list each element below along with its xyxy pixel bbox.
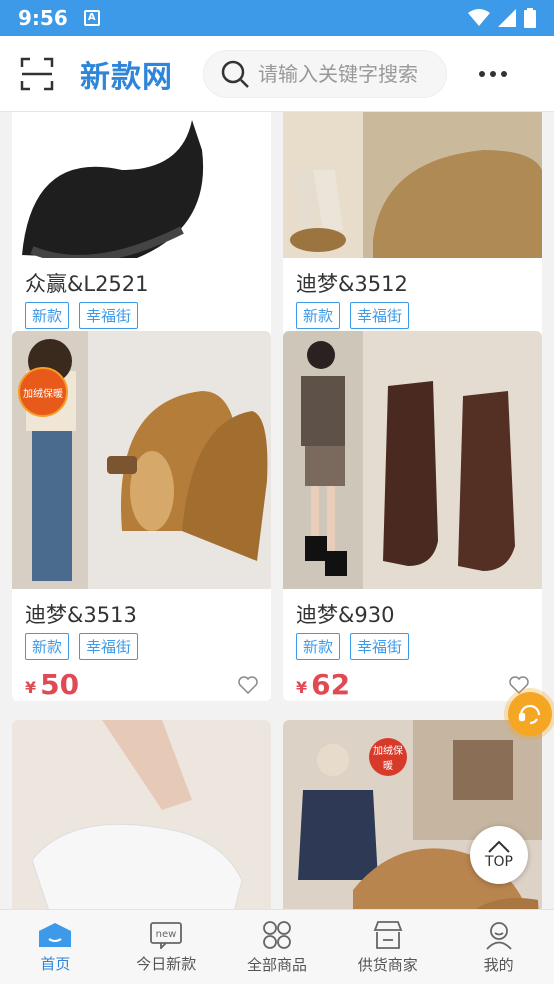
bottom-tab-bar: 首页 new 今日新款 全部商品 供货商家 我的 (0, 909, 554, 984)
tab-label: 我的 (483, 955, 514, 974)
status-bar: 9:56 A (0, 0, 554, 36)
tab-home[interactable]: 首页 (0, 910, 111, 984)
product-name: 迪梦&930 (296, 603, 395, 627)
customer-service-button[interactable] (508, 692, 552, 736)
battery-icon (524, 8, 536, 28)
product-name: 迪梦&3512 (296, 272, 408, 296)
search-box[interactable] (203, 49, 447, 98)
tag-market: 幸福街 (79, 302, 139, 329)
chevron-up-icon (488, 840, 510, 853)
product-feed[interactable]: 众赢&L2521 新款 幸福街 ¥ 125 迪梦&3512 新款 幸福街 ¥ 5… (0, 112, 554, 909)
product-card[interactable]: 加绒保暖 迪梦&3513 新款 幸福街 ¥ 50 (12, 331, 271, 701)
promo-badge: 加绒保暖 (369, 738, 407, 776)
currency-symbol: ¥ (25, 678, 37, 697)
tab-suppliers[interactable]: 供货商家 (332, 910, 443, 984)
tag-market: 幸福街 (350, 302, 410, 329)
product-card[interactable]: 迪梦&930 新款 幸福街 ¥ 62 (283, 331, 542, 701)
tag-market: 幸福街 (350, 633, 410, 660)
product-image[interactable] (12, 720, 271, 909)
tab-label: 首页 (40, 954, 71, 973)
wifi-icon (468, 9, 490, 26)
favorite-heart-icon[interactable] (238, 675, 258, 694)
user-icon (485, 921, 512, 950)
svg-text:new: new (156, 929, 177, 940)
top-label: TOP (484, 854, 513, 870)
tab-new-today[interactable]: new 今日新款 (111, 910, 222, 984)
product-name: 迪梦&3513 (25, 603, 137, 627)
signal-icon (498, 9, 516, 27)
product-price: 62 (311, 668, 351, 701)
product-image[interactable]: 加绒保暖 (12, 331, 271, 589)
more-menu-icon[interactable] (479, 70, 507, 77)
tag-new: 新款 (296, 633, 341, 660)
product-image[interactable] (283, 112, 542, 258)
product-price: 50 (40, 668, 80, 701)
top-header: 新款网 (0, 36, 554, 112)
search-icon (221, 60, 249, 88)
tag-new: 新款 (25, 633, 70, 660)
product-image[interactable] (12, 112, 271, 258)
app-logo: 新款网 (80, 59, 173, 95)
status-time: 9:56 (18, 6, 68, 30)
promo-badge: 加绒保暖 (18, 367, 68, 417)
headset-icon (518, 704, 541, 725)
product-name: 众赢&L2521 (25, 272, 149, 296)
tag-market: 幸福街 (79, 633, 139, 660)
grid-icon (263, 920, 291, 949)
tab-label: 供货商家 (357, 955, 418, 974)
new-icon: new (150, 921, 183, 949)
scan-icon[interactable] (20, 57, 54, 91)
tab-mine[interactable]: 我的 (443, 910, 554, 984)
product-card[interactable] (12, 720, 271, 909)
tab-all-products[interactable]: 全部商品 (222, 910, 333, 984)
tag-new: 新款 (25, 302, 70, 329)
currency-symbol: ¥ (296, 678, 308, 697)
favorite-heart-icon[interactable] (509, 675, 529, 694)
tab-label: 今日新款 (136, 954, 197, 973)
tag-new: 新款 (296, 302, 341, 329)
back-to-top-button[interactable]: TOP (470, 826, 528, 884)
tab-label: 全部商品 (246, 955, 307, 974)
search-input[interactable] (258, 61, 438, 86)
store-icon (373, 920, 403, 949)
product-image[interactable] (283, 331, 542, 589)
notification-icon: A (83, 10, 100, 26)
home-icon (39, 922, 72, 947)
